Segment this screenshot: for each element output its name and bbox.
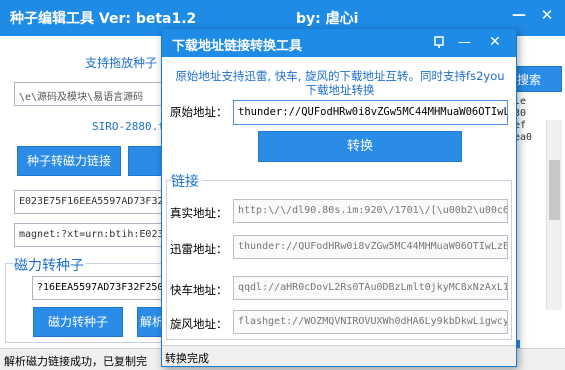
dialog-close-button[interactable]: ✕ [489,34,501,50]
close-button[interactable]: ✕ [538,8,556,23]
original-address-label: 原始地址： [170,105,228,119]
real-address-label: 真实地址： [170,206,228,220]
list-item[interactable]: le [514,96,564,108]
dialog-title: 下载地址链接转换工具 [172,39,303,54]
minimize-button[interactable]: — [510,8,528,22]
links-group-label: 链接 [171,171,202,191]
pin-icon[interactable] [433,36,445,48]
main-window-title: 种子编辑工具 Ver: beta1.2 [10,11,197,27]
original-address-input[interactable]: thunder://QUFodHRw0i8vZGw5MC44MHMuaW06OT… [233,100,508,125]
search-button[interactable]: 搜索 [514,66,562,92]
main-window-author: by: 虐心i [296,11,359,27]
dialog-hint: 原始地址支持迅雷, 快车, 旋风的下载地址互转。同时支持fs2you下载地址转换 [175,69,505,97]
torrent-filename-label: SIRO-2880.t [92,120,165,133]
scrollbar-thumb[interactable] [549,160,560,220]
whirlwind-address-label: 旋风地址： [170,317,228,331]
flashget-address-field[interactable]: flashget://WOZMQVNIROVUXWh0dHA6Ly9kbDkwL… [233,310,508,334]
magnet-to-torrent-button[interactable]: 磁力转种子 [33,307,123,337]
thunder-address-field[interactable]: thunder://QUFodHRw0i8vZGw5MC44MHMuaW06OT… [233,235,508,259]
info-hash-field[interactable]: E023E75F16EEA5597AD73F32 [14,190,169,214]
flashget-express-address-label: 快车地址： [170,283,228,297]
torrent-path-input[interactable]: \e\源码及模块\易语言源码 [14,82,169,106]
list-item[interactable]: 30 [514,108,564,120]
qqdl-address-field[interactable]: qqdl://aHR0cDovL2Rs0TAu0DBzLmlt0jkyMC8xN… [233,276,508,300]
convert-button[interactable]: 转换 [258,131,462,162]
thunder-address-label: 迅雷地址： [170,242,228,256]
dialog-statusbar: 转换完成 [162,345,516,366]
drag-drop-hint: 支持拖放种子 [85,56,158,70]
torrent-to-magnet-button[interactable]: 种子转磁力链接 [17,146,121,176]
link-converter-dialog: 下载地址链接转换工具 — ✕ 原始地址支持迅雷, 快车, 旋风的下载地址互转。同… [161,28,517,367]
magnet-group-label: 磁力转种子 [14,255,86,275]
magnet-hash-input[interactable]: ?16EEA5597AD73F32F2501 [32,276,170,300]
real-address-field[interactable]: http:\/\/dl90.80s.im:920\/1701\/[\u00b2\… [233,199,508,223]
main-status-text: 解析磁力链接成功，已复制完 [4,355,147,368]
dialog-status-text: 转换完成 [165,352,209,365]
magnet-link-field[interactable]: magnet:?xt=urn:btih:E023 [14,223,169,247]
dialog-titlebar[interactable]: 下载地址链接转换工具 — ✕ [162,29,516,57]
results-scrollbar[interactable] [546,120,562,310]
dialog-minimize-button[interactable]: — [458,35,471,50]
